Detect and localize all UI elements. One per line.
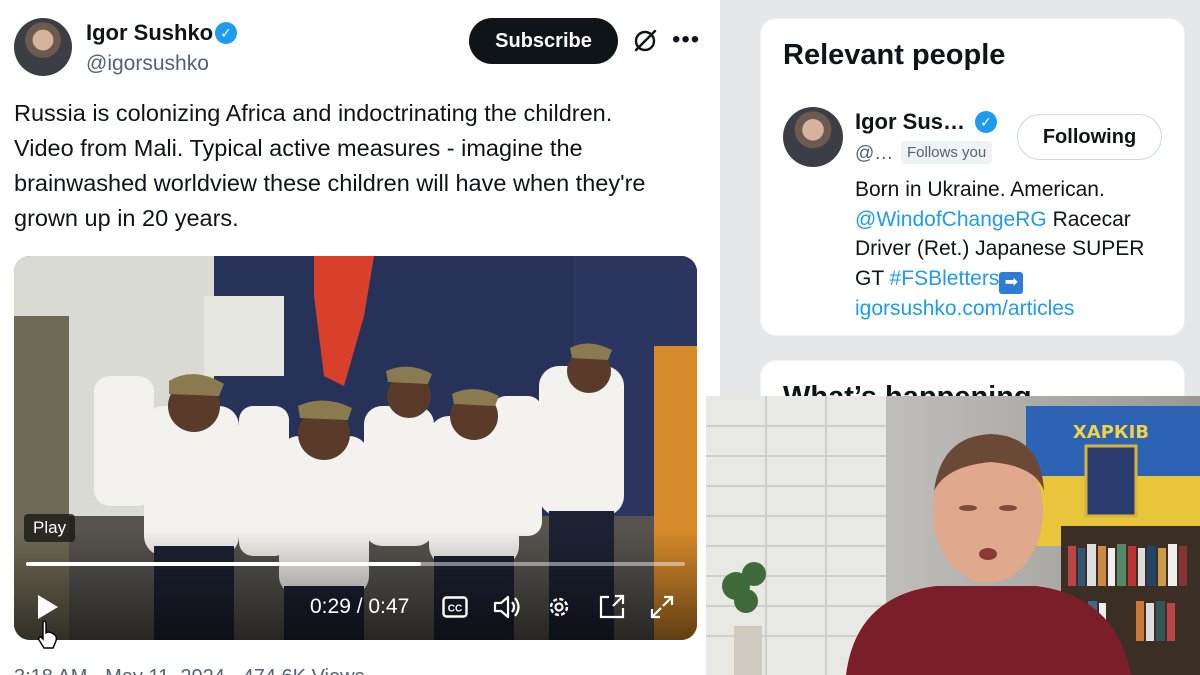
video-controls-overlay <box>14 530 697 640</box>
tweet-text-line: brainwashed worldview these children wil… <box>14 170 646 196</box>
verified-icon: ✓ <box>215 22 237 44</box>
tweet-text-line: grown up in 20 years. <box>14 205 239 231</box>
subscribe-button[interactable]: Subscribe <box>469 18 618 64</box>
webcam-frame: ХАРКІВ <box>706 396 1200 675</box>
tweet-timestamp[interactable]: 3:18 AM · May 11, 2024 · 474.6K Views <box>14 666 365 675</box>
verified-icon: ✓ <box>975 111 997 133</box>
bio-line: igorsushko.com/articles <box>855 294 1165 324</box>
captions-icon[interactable]: CC <box>442 596 468 618</box>
bio-line: @WindofChangeRG Racecar <box>855 205 1165 235</box>
volume-icon[interactable] <box>492 594 522 620</box>
relevant-person-avatar[interactable] <box>783 107 843 167</box>
tweet-panel: Igor Sushko ✓ @igorsushko Subscribe ••• … <box>0 0 720 675</box>
grok-icon[interactable] <box>632 28 658 54</box>
progress-bar[interactable] <box>26 562 685 566</box>
author-handle[interactable]: @igorsushko <box>86 52 209 76</box>
time-readout: 0:29 / 0:47 <box>310 595 410 618</box>
settings-icon[interactable] <box>546 594 572 620</box>
tweet-text: Russia is colonizing Africa and indoctri… <box>14 96 704 236</box>
fullscreen-icon[interactable] <box>650 595 674 619</box>
flag-text: ХАРКІВ <box>1073 422 1149 443</box>
more-options-icon[interactable]: ••• <box>672 26 700 54</box>
relevant-people-card: Relevant people Igor Sus… ✓ @… Follows y… <box>760 18 1185 336</box>
svg-text:CC: CC <box>448 604 462 615</box>
bio-hashtag-link[interactable]: #FSBletters <box>890 267 1000 290</box>
bio-line: GT #FSBletters ➡ <box>855 264 1165 294</box>
relevant-person-handle[interactable]: @… <box>855 143 893 165</box>
webcam-overlay: ХАРКІВ <box>706 396 1200 675</box>
tweet-text-line: Video from Mali. Typical active measures… <box>14 135 583 161</box>
author-name[interactable]: Igor Sushko <box>86 20 213 46</box>
follows-you-badge: Follows you <box>901 141 993 164</box>
hand-cursor-icon <box>38 620 58 649</box>
following-button[interactable]: Following <box>1017 114 1162 160</box>
bio-line: Born in Ukraine. American. <box>855 178 1105 201</box>
bio-text: GT <box>855 266 890 290</box>
progress-fill <box>26 562 422 566</box>
video-player[interactable]: Play 0:29 / 0:47 CC <box>14 256 697 640</box>
author-avatar[interactable] <box>14 18 72 76</box>
relevant-person-name[interactable]: Igor Sus… <box>855 109 965 135</box>
bio-website-link[interactable]: igorsushko.com/articles <box>855 297 1074 320</box>
relevant-people-title: Relevant people <box>783 39 1006 71</box>
bio-text: Racecar <box>1046 207 1131 231</box>
right-arrow-icon: ➡ <box>999 271 1024 294</box>
tweet-text-line: Russia is colonizing Africa and indoctri… <box>14 100 613 126</box>
play-tooltip: Play <box>24 514 76 542</box>
picture-in-picture-icon[interactable] <box>598 594 626 620</box>
bio-line: Driver (Ret.) Japanese SUPER <box>855 237 1145 260</box>
bio-mention-link[interactable]: @WindofChangeRG <box>855 208 1047 231</box>
play-icon[interactable] <box>32 592 62 622</box>
relevant-person-bio: Born in Ukraine. American. @WindofChange… <box>855 175 1165 323</box>
